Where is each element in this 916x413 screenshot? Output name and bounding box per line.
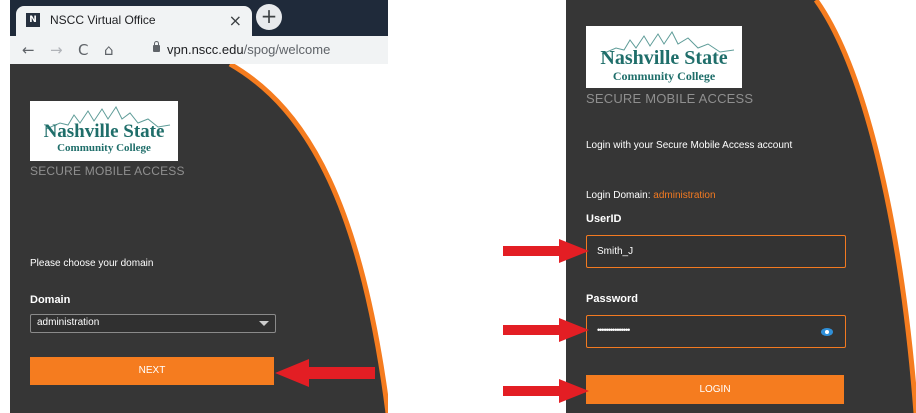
next-button[interactable]: NEXT xyxy=(30,357,274,385)
login-domain-value: administration xyxy=(653,190,716,201)
browser-toolbar: ← → C ⌂ vpn.nscc.edu/spog/welcome xyxy=(10,36,388,64)
domain-select[interactable]: administration xyxy=(30,314,276,333)
logo-line-1: Nashville State xyxy=(43,121,165,142)
forward-icon[interactable]: → xyxy=(50,41,63,59)
logo-line-2: Community College xyxy=(57,142,151,154)
reload-icon[interactable]: C xyxy=(78,41,88,59)
secure-access-subtitle: SECURE MOBILE ACCESS xyxy=(30,164,185,178)
arrow-icon xyxy=(503,379,589,403)
address-bar[interactable]: vpn.nscc.edu/spog/welcome xyxy=(167,42,330,57)
arrow-icon xyxy=(275,359,375,387)
url-path: /spog/welcome xyxy=(243,42,331,57)
login-domain-label: Login Domain: xyxy=(586,190,651,201)
login-screenshot: Nashville State Community College SECURE… xyxy=(566,0,916,413)
userid-field[interactable]: Smith_J xyxy=(586,235,846,268)
domain-label: Domain xyxy=(30,294,71,306)
home-icon[interactable]: ⌂ xyxy=(104,41,114,59)
tab-title: NSCC Virtual Office xyxy=(50,13,156,27)
domain-selection-screenshot: N NSCC Virtual Office × + ← → C ⌂ vpn.ns… xyxy=(10,0,388,413)
favicon-icon: N xyxy=(26,13,40,27)
userid-label: UserID xyxy=(586,213,622,225)
eye-icon[interactable] xyxy=(821,328,833,336)
login-button[interactable]: LOGIN xyxy=(586,375,844,404)
college-logo: Nashville State Community College xyxy=(30,101,178,161)
logo-line-2: Community College xyxy=(612,69,716,83)
browser-tab-bar: N NSCC Virtual Office × + xyxy=(10,0,388,36)
close-icon[interactable]: × xyxy=(229,11,242,30)
college-logo: Nashville State Community College xyxy=(586,26,742,88)
domain-prompt: Please choose your domain xyxy=(30,258,154,269)
domain-select-value: administration xyxy=(37,317,100,328)
login-domain: Login Domain: administration xyxy=(586,190,716,201)
secure-access-subtitle: SECURE MOBILE ACCESS xyxy=(586,91,754,106)
back-icon[interactable]: ← xyxy=(22,41,35,59)
logo-line-1: Nashville State xyxy=(600,47,728,69)
userid-value: Smith_J xyxy=(597,246,634,257)
new-tab-icon[interactable]: + xyxy=(256,4,282,30)
arrow-icon xyxy=(503,318,589,342)
password-value: ••••••••••••••• xyxy=(597,325,630,335)
chevron-down-icon xyxy=(259,321,269,326)
lock-icon xyxy=(153,41,160,52)
arrow-icon xyxy=(503,239,589,263)
password-field[interactable]: ••••••••••••••• xyxy=(586,315,846,348)
url-host: vpn.nscc.edu xyxy=(167,42,244,57)
password-label: Password xyxy=(586,293,638,305)
login-intro: Login with your Secure Mobile Access acc… xyxy=(586,140,793,151)
browser-tab[interactable]: N NSCC Virtual Office × xyxy=(16,6,252,36)
